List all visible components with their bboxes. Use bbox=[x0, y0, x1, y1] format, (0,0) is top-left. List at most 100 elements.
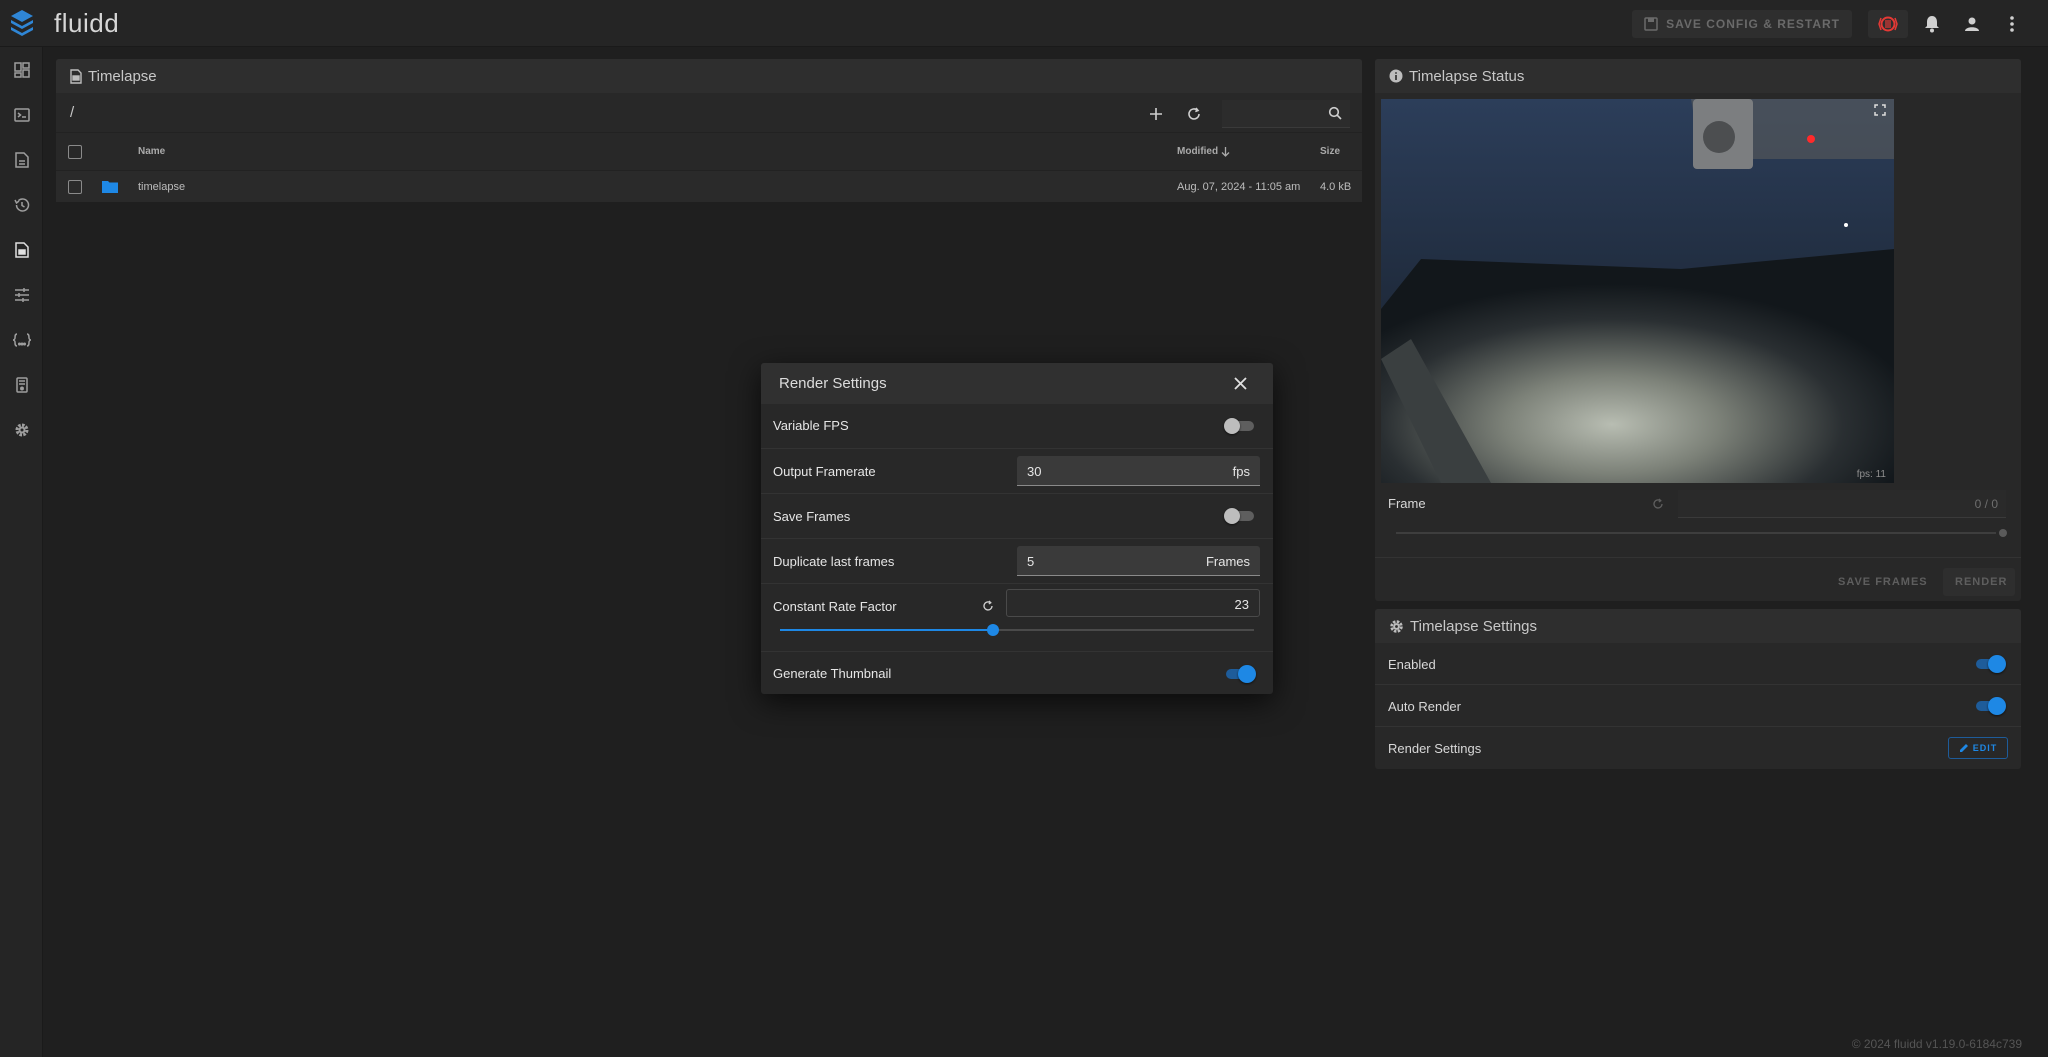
files-card: Timelapse / Name Modified Size timelapse… bbox=[56, 59, 1362, 202]
folder-icon bbox=[102, 181, 118, 193]
account-icon[interactable] bbox=[1956, 8, 1988, 40]
system-icon bbox=[15, 376, 28, 393]
sidebar-item-console[interactable] bbox=[0, 92, 43, 137]
variable-fps-toggle[interactable] bbox=[1224, 418, 1254, 434]
enabled-toggle[interactable] bbox=[1974, 655, 2006, 673]
files-card-header: Timelapse bbox=[56, 59, 1362, 93]
app-bar: fluidd SAVE CONFIG & RESTART bbox=[0, 0, 2048, 47]
dialog-header: Render Settings bbox=[761, 363, 1273, 404]
history-icon bbox=[13, 197, 29, 212]
save-frames-button[interactable]: SAVE FRAMES bbox=[1838, 576, 1928, 588]
variable-fps-label: Variable FPS bbox=[773, 418, 849, 433]
generate-thumbnail-toggle[interactable] bbox=[1224, 665, 1256, 683]
timelapse-icon bbox=[14, 241, 29, 258]
fullscreen-icon[interactable] bbox=[1874, 104, 1886, 116]
crf-input[interactable]: 23 bbox=[1006, 589, 1260, 617]
fluidd-logo-icon[interactable] bbox=[0, 0, 44, 47]
frame-label: Frame bbox=[1388, 496, 1426, 511]
save-frames-label: Save Frames bbox=[773, 509, 851, 524]
row-name[interactable]: timelapse bbox=[138, 181, 185, 193]
timelapse-settings-title: Timelapse Settings bbox=[1410, 617, 1538, 635]
reset-icon[interactable] bbox=[1652, 498, 1664, 510]
dashboard-icon bbox=[13, 61, 30, 78]
timelapse-status-title: Timelapse Status bbox=[1409, 67, 1525, 85]
gear-icon bbox=[1390, 619, 1403, 633]
timelapse-status-header: Timelapse Status bbox=[1375, 59, 2021, 93]
files-card-title: Timelapse bbox=[88, 67, 157, 85]
auto-render-label: Auto Render bbox=[1388, 699, 1461, 714]
sidebar-item-tune[interactable] bbox=[0, 272, 43, 317]
dialog-title: Render Settings bbox=[779, 375, 887, 392]
row-size: 4.0 kB bbox=[1320, 180, 1352, 193]
crf-slider-fill bbox=[780, 629, 994, 631]
divider bbox=[1375, 726, 2021, 727]
timelapse-settings-header: Timelapse Settings bbox=[1375, 609, 2021, 643]
frame-input[interactable]: 0 / 0 bbox=[1678, 490, 2006, 518]
files-toolbar: / bbox=[56, 93, 1362, 133]
search-icon bbox=[1328, 106, 1342, 120]
add-icon[interactable] bbox=[1140, 98, 1172, 130]
output-framerate-input[interactable]: 30 fps bbox=[1017, 456, 1260, 486]
refresh-icon[interactable] bbox=[1178, 98, 1210, 130]
tune-icon bbox=[14, 287, 29, 302]
crf-slider-thumb[interactable] bbox=[987, 624, 1000, 636]
edit-label: EDIT bbox=[1972, 743, 1998, 753]
arrow-down-icon bbox=[1221, 146, 1230, 157]
duplicate-frames-row: Duplicate last frames 5 Frames bbox=[761, 538, 1273, 583]
crf-slider-track[interactable] bbox=[780, 624, 1254, 636]
sidebar-item-dashboard[interactable] bbox=[0, 47, 43, 92]
column-size[interactable]: Size bbox=[1320, 146, 1340, 157]
render-settings-dialog: Render Settings Variable FPS Output Fram… bbox=[761, 363, 1273, 694]
camera-preview[interactable]: fps: 11 bbox=[1381, 99, 1894, 483]
console-icon bbox=[13, 107, 30, 122]
save-config-restart-label: SAVE CONFIG & RESTART bbox=[1666, 16, 1840, 31]
frame-slider-thumb[interactable] bbox=[1999, 529, 2007, 537]
column-modified[interactable]: Modified bbox=[1177, 146, 1230, 157]
variable-fps-row: Variable FPS bbox=[761, 404, 1273, 448]
sidebar-item-system[interactable] bbox=[0, 362, 43, 407]
sidebar bbox=[0, 47, 43, 1057]
bell-icon[interactable] bbox=[1916, 8, 1948, 40]
crf-label: Constant Rate Factor bbox=[773, 599, 897, 614]
breadcrumb[interactable]: / bbox=[70, 104, 74, 121]
duplicate-frames-input[interactable]: 5 Frames bbox=[1017, 546, 1260, 576]
sidebar-item-macros[interactable] bbox=[0, 317, 43, 362]
save-frames-toggle[interactable] bbox=[1224, 508, 1254, 524]
save-frames-row: Save Frames bbox=[761, 493, 1273, 538]
divider bbox=[1375, 557, 2021, 558]
save-config-restart-button[interactable]: SAVE CONFIG & RESTART bbox=[1632, 9, 1852, 38]
emergency-stop-icon bbox=[1878, 16, 1898, 31]
save-icon bbox=[1644, 16, 1658, 31]
generate-thumbnail-label: Generate Thumbnail bbox=[773, 666, 892, 681]
auto-render-toggle[interactable] bbox=[1974, 697, 2006, 715]
more-vert-icon[interactable] bbox=[1996, 8, 2028, 40]
select-all-checkbox[interactable] bbox=[68, 144, 82, 159]
emergency-stop-button[interactable] bbox=[1868, 9, 1908, 38]
render-button[interactable]: RENDER bbox=[1943, 568, 2015, 596]
output-framerate-unit: fps bbox=[1232, 464, 1250, 479]
divider bbox=[1375, 684, 2021, 685]
frame-slider[interactable] bbox=[1396, 532, 1996, 534]
edit-button[interactable]: EDIT bbox=[1948, 737, 2008, 759]
brand-name[interactable]: fluidd bbox=[54, 8, 119, 39]
footer-version: © 2024 fluidd v1.19.0-6184c739 bbox=[1851, 1037, 2022, 1051]
output-framerate-value: 30 bbox=[1027, 464, 1042, 479]
sidebar-item-jobs[interactable] bbox=[0, 137, 43, 182]
sidebar-item-history[interactable] bbox=[0, 182, 43, 227]
sidebar-item-settings[interactable] bbox=[0, 407, 43, 452]
crf-row: Constant Rate Factor 23 bbox=[761, 583, 1273, 651]
crf-value: 23 bbox=[1234, 597, 1249, 612]
sidebar-item-timelapse[interactable] bbox=[0, 227, 43, 272]
row-checkbox[interactable] bbox=[68, 179, 82, 194]
render-settings-label: Render Settings bbox=[1388, 741, 1482, 756]
reset-icon[interactable] bbox=[982, 600, 994, 612]
close-icon[interactable] bbox=[1234, 377, 1247, 390]
frame-value: 0 / 0 bbox=[1974, 497, 1998, 511]
table-row[interactable]: timelapse Aug. 07, 2024 - 11:05 am 4.0 k… bbox=[56, 171, 1362, 202]
generate-thumbnail-row: Generate Thumbnail bbox=[761, 651, 1273, 694]
macros-icon bbox=[12, 332, 31, 347]
column-name[interactable]: Name bbox=[138, 146, 165, 157]
files-table-header: Name Modified Size bbox=[56, 133, 1362, 171]
duplicate-frames-unit: Frames bbox=[1205, 554, 1250, 569]
search-input[interactable] bbox=[1222, 100, 1350, 128]
